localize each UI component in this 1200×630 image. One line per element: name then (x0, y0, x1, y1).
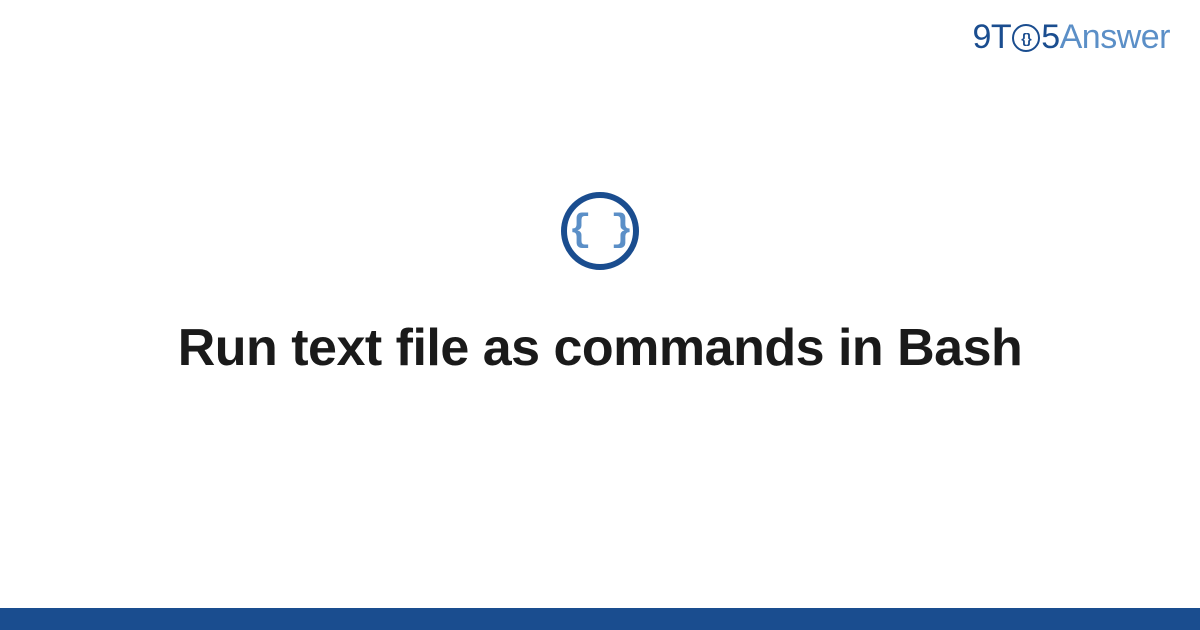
code-braces-icon: { } (561, 192, 639, 270)
main-content: { } Run text file as commands in Bash (0, 0, 1200, 630)
footer-bar (0, 608, 1200, 630)
page-title: Run text file as commands in Bash (178, 318, 1023, 378)
braces-glyph: { } (569, 212, 631, 250)
